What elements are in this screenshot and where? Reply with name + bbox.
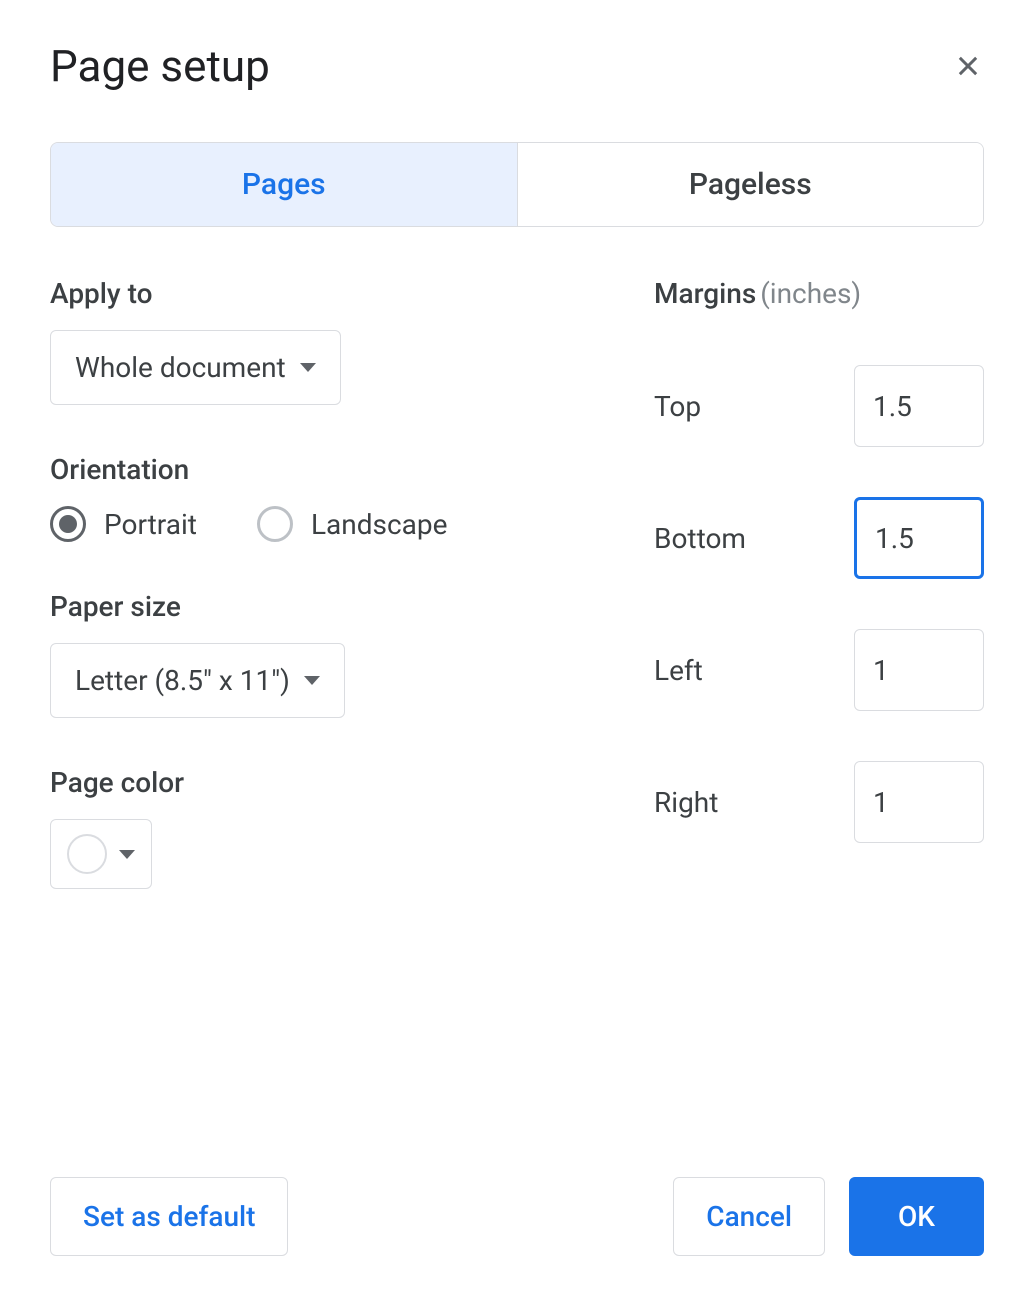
radio-checked-icon bbox=[50, 506, 86, 542]
content-area: Apply to Whole document Orientation Port… bbox=[50, 277, 984, 937]
set-as-default-button[interactable]: Set as default bbox=[50, 1177, 288, 1256]
radio-unchecked-icon bbox=[257, 506, 293, 542]
dialog-footer: Set as default Cancel OK bbox=[50, 1177, 984, 1256]
ok-button[interactable]: OK bbox=[849, 1177, 984, 1256]
chevron-down-icon bbox=[304, 676, 320, 685]
margin-right-label: Right bbox=[654, 786, 718, 819]
orientation-radio-group: Portrait Landscape bbox=[50, 506, 614, 542]
page-color-label: Page color bbox=[50, 766, 614, 799]
apply-to-value: Whole document bbox=[75, 351, 286, 384]
tab-group: Pages Pageless bbox=[50, 142, 984, 227]
margin-left-row: Left bbox=[654, 629, 984, 711]
cancel-button[interactable]: Cancel bbox=[673, 1177, 825, 1256]
margin-bottom-row: Bottom bbox=[654, 497, 984, 579]
footer-right-buttons: Cancel OK bbox=[673, 1177, 984, 1256]
chevron-down-icon bbox=[300, 363, 316, 372]
orientation-section: Orientation Portrait Landscape bbox=[50, 453, 614, 542]
margin-bottom-input[interactable] bbox=[854, 497, 984, 579]
margin-right-input[interactable] bbox=[854, 761, 984, 843]
margin-top-label: Top bbox=[654, 390, 701, 423]
paper-size-value: Letter (8.5" x 11") bbox=[75, 664, 290, 697]
dialog-header: Page setup bbox=[50, 40, 984, 92]
page-color-section: Page color bbox=[50, 766, 614, 889]
margin-left-input[interactable] bbox=[854, 629, 984, 711]
right-column: Margins (inches) Top Bottom Left Right bbox=[654, 277, 984, 937]
close-icon[interactable] bbox=[952, 50, 984, 82]
margins-header: Margins (inches) bbox=[654, 277, 984, 310]
tab-pageless[interactable]: Pageless bbox=[518, 143, 984, 226]
orientation-label: Orientation bbox=[50, 453, 614, 486]
orientation-portrait-radio[interactable]: Portrait bbox=[50, 506, 197, 542]
page-color-dropdown[interactable] bbox=[50, 819, 152, 889]
orientation-landscape-radio[interactable]: Landscape bbox=[257, 506, 447, 542]
apply-to-dropdown[interactable]: Whole document bbox=[50, 330, 341, 405]
margin-top-row: Top bbox=[654, 365, 984, 447]
margin-top-input[interactable] bbox=[854, 365, 984, 447]
margin-left-label: Left bbox=[654, 654, 703, 687]
chevron-down-icon bbox=[119, 850, 135, 859]
tab-pages[interactable]: Pages bbox=[51, 143, 518, 226]
apply-to-label: Apply to bbox=[50, 277, 614, 310]
margins-unit: (inches) bbox=[760, 277, 861, 310]
margin-right-row: Right bbox=[654, 761, 984, 843]
margin-bottom-label: Bottom bbox=[654, 522, 746, 555]
paper-size-dropdown[interactable]: Letter (8.5" x 11") bbox=[50, 643, 345, 718]
landscape-label: Landscape bbox=[311, 508, 447, 541]
paper-size-section: Paper size Letter (8.5" x 11") bbox=[50, 590, 614, 718]
paper-size-label: Paper size bbox=[50, 590, 614, 623]
left-column: Apply to Whole document Orientation Port… bbox=[50, 277, 614, 937]
portrait-label: Portrait bbox=[104, 508, 197, 541]
margins-label: Margins bbox=[654, 277, 756, 310]
dialog-title: Page setup bbox=[50, 40, 270, 92]
color-swatch-icon bbox=[67, 834, 107, 874]
apply-to-section: Apply to Whole document bbox=[50, 277, 614, 405]
